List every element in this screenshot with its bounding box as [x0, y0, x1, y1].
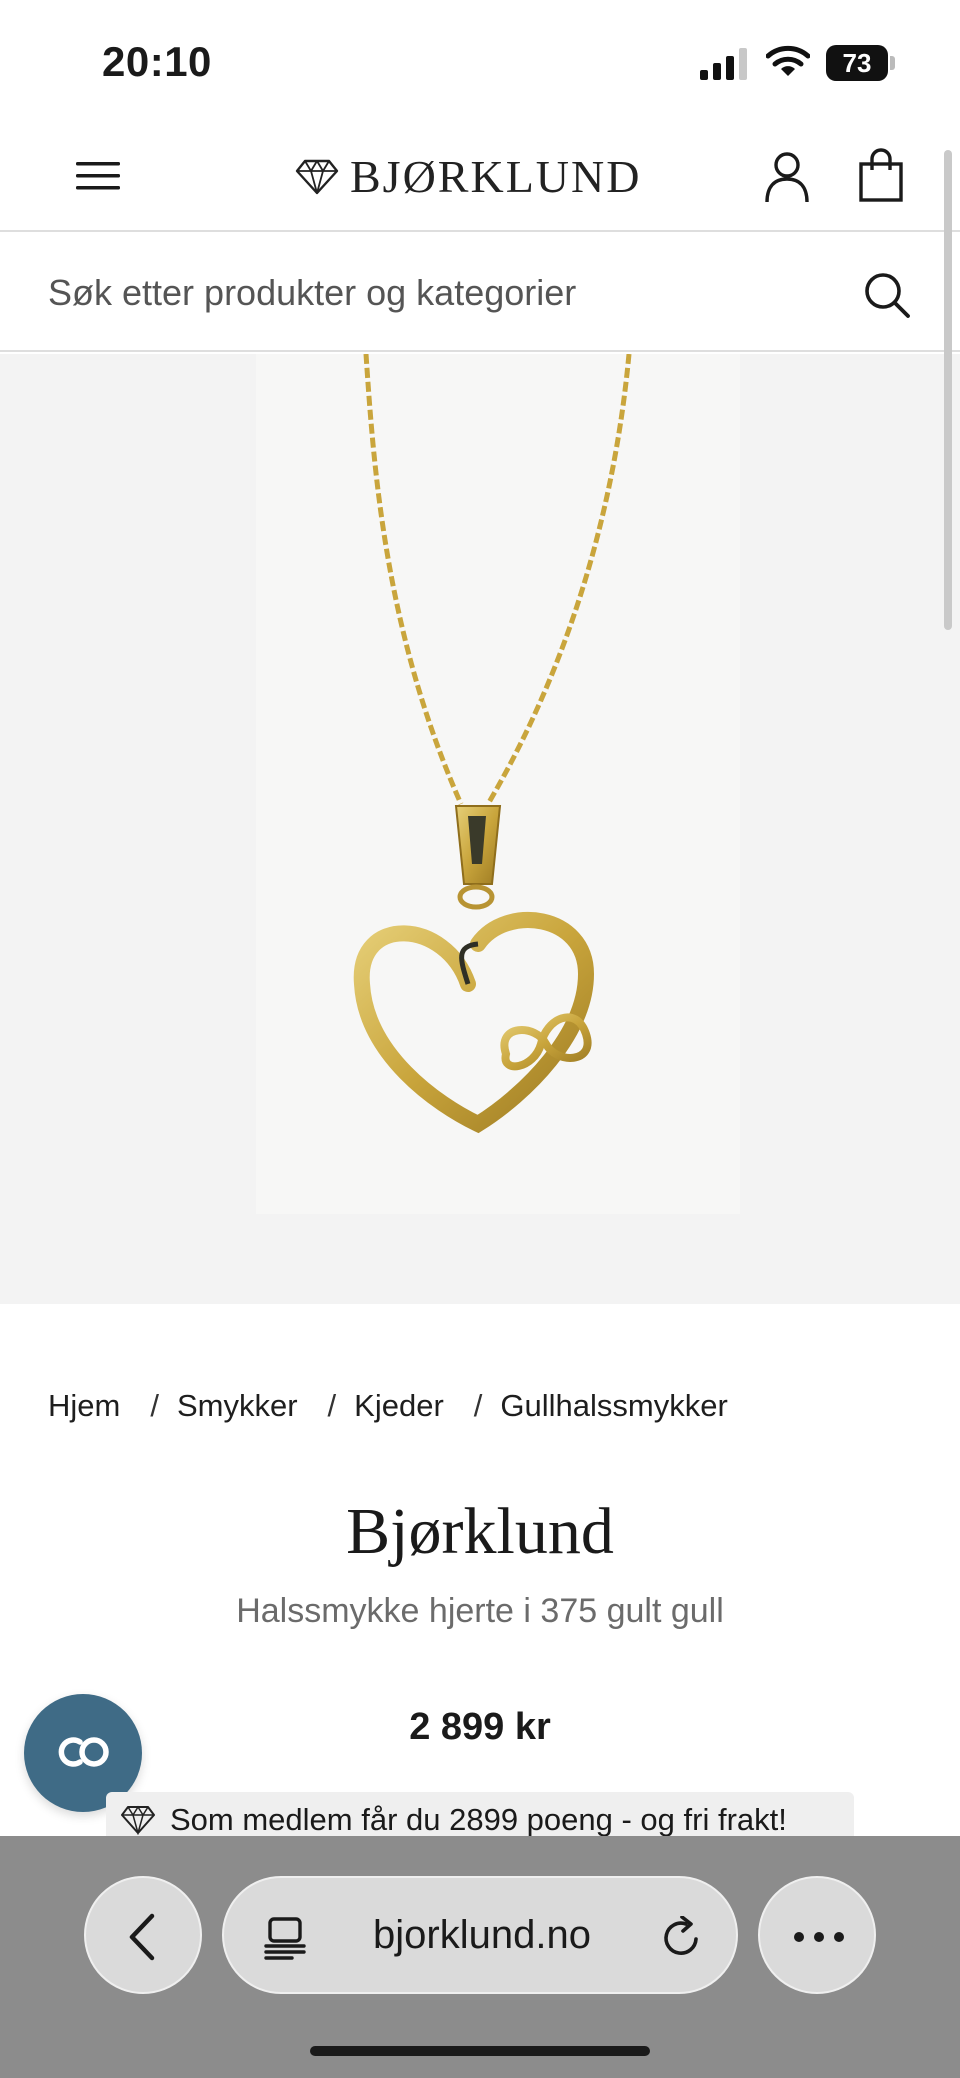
diamond-logo-icon: [295, 159, 339, 195]
breadcrumb-item-kjeder[interactable]: Kjeder: [354, 1388, 444, 1424]
status-bar: 20:10 73: [0, 0, 960, 120]
account-icon[interactable]: [762, 148, 812, 204]
site-header: BJØRKLUND: [0, 120, 960, 232]
scrollbar[interactable]: [944, 150, 952, 630]
search-input[interactable]: [48, 264, 848, 322]
chat-icon: [58, 1737, 109, 1767]
breadcrumb: Hjem / Smykker / Kjeder / Gullhalssmykke…: [48, 1386, 728, 1426]
page: 20:10 73 BJØRKLUND Søk etter produkter o…: [0, 0, 960, 2078]
status-time: 20:10: [102, 38, 212, 85]
shopping-bag-icon[interactable]: [856, 146, 906, 204]
signal-icon: [700, 48, 747, 80]
breadcrumb-separator: /: [327, 1388, 337, 1423]
site-logo[interactable]: BJØRKLUND: [294, 150, 674, 204]
logo-text: BJØRKLUND: [350, 151, 642, 202]
breadcrumb-item-smykker[interactable]: Smykker: [177, 1388, 298, 1424]
home-indicator[interactable]: [310, 2046, 650, 2056]
more-button[interactable]: [758, 1876, 876, 1994]
reload-icon[interactable]: [660, 1916, 704, 1958]
breadcrumb-item-hjem[interactable]: Hjem: [48, 1388, 120, 1424]
product-image[interactable]: [0, 354, 960, 1304]
battery-icon: 73: [826, 45, 896, 81]
more-icon: [794, 1932, 844, 1942]
breadcrumb-separator: /: [473, 1388, 483, 1423]
search-bar: [0, 234, 960, 352]
member-banner-text: Som medlem får du 2899 poeng - og fri fr…: [170, 1802, 787, 1837]
back-button[interactable]: [84, 1876, 202, 1994]
browser-toolbar: bjorklund.no: [0, 1836, 960, 2078]
battery-level: 73: [826, 45, 888, 81]
product-image-frame: [256, 354, 740, 1214]
breadcrumb-item-gullhalssmykker[interactable]: Gullhalssmykker: [500, 1388, 727, 1424]
breadcrumb-separator: /: [150, 1388, 159, 1423]
search-icon[interactable]: [862, 270, 912, 320]
product-price: 2 899 kr: [409, 1706, 551, 1748]
wifi-icon: [766, 45, 810, 76]
back-icon: [129, 1913, 155, 1961]
diamond-icon: [121, 1805, 155, 1835]
product-title: Halssmykke hjerte i 375 gult gull: [236, 1592, 724, 1630]
tabs-icon[interactable]: [264, 1916, 306, 1960]
necklace-illustration: [353, 354, 632, 1134]
menu-icon[interactable]: [70, 152, 126, 200]
product-brand[interactable]: Bjørklund: [0, 1494, 960, 1570]
url-bar[interactable]: bjorklund.no: [222, 1876, 738, 1994]
